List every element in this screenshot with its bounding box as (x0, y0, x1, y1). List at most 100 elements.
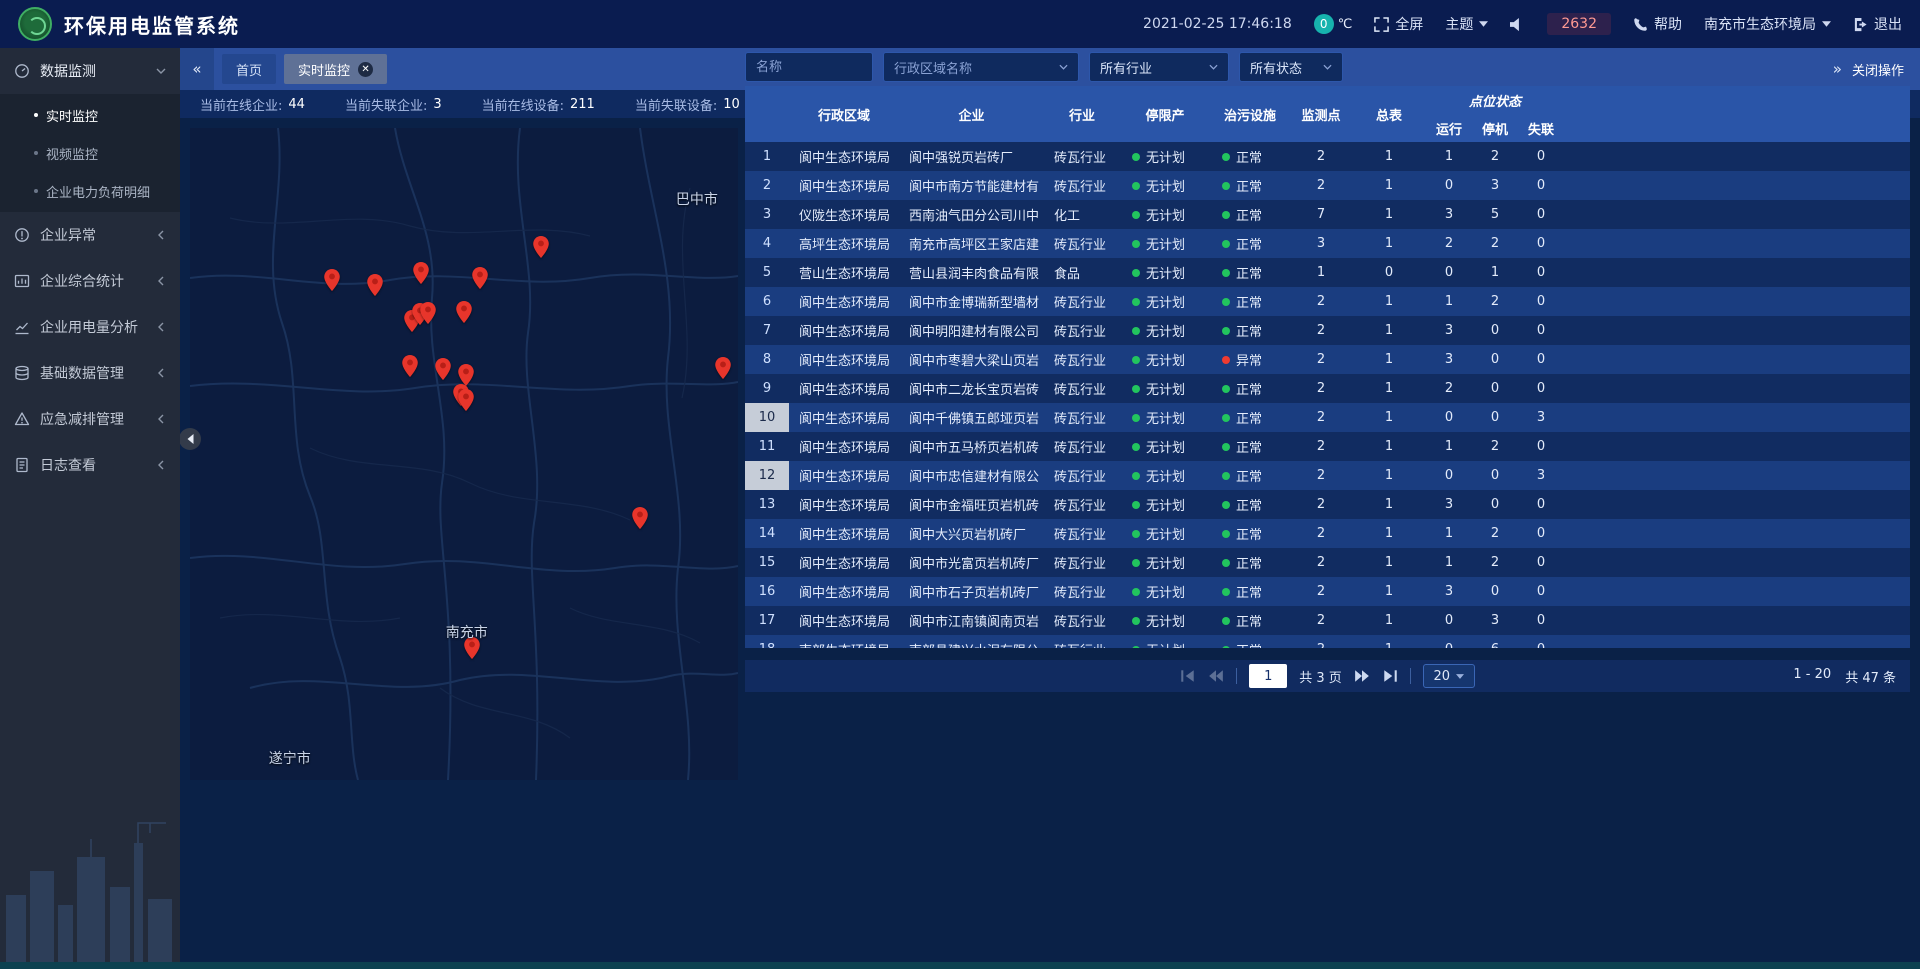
cell-stop-count: 0 (1472, 352, 1518, 367)
status-dot-icon (1132, 298, 1140, 306)
map-collapse-button[interactable] (179, 428, 201, 450)
sidebar-group-日志查看[interactable]: 日志查看 (0, 442, 180, 488)
org-menu[interactable]: 南充市生态环境局 (1704, 14, 1831, 34)
map-pin-icon[interactable] (413, 262, 429, 284)
theme-label: 主题 (1445, 14, 1473, 34)
sidebar-group-应急减排管理[interactable]: 应急减排管理 (0, 396, 180, 442)
close-tab-icon[interactable]: ✕ (358, 62, 373, 77)
status-dot-icon (1222, 559, 1230, 567)
cell-company: 阆中市金博瑞新型墙材 (899, 292, 1044, 311)
cell-industry: 砖瓦行业 (1044, 553, 1120, 572)
logout-button[interactable]: 退出 (1853, 14, 1902, 34)
map-pin-icon[interactable] (435, 358, 451, 380)
alarm-speaker-button[interactable] (1510, 17, 1525, 32)
status-dot-icon (1132, 240, 1140, 248)
table-row[interactable]: 1 阆中生态环境局 阆中强锐页岩砖厂 砖瓦行业 无计划 正常 2 1 1 2 0 (745, 142, 1910, 171)
table-row[interactable]: 16 阆中生态环境局 阆中市石子页岩机砖厂 砖瓦行业 无计划 正常 2 1 3 … (745, 577, 1910, 606)
header-stop: 停机 (1472, 114, 1518, 142)
table-row[interactable]: 15 阆中生态环境局 阆中市光富页岩机砖厂 砖瓦行业 无计划 正常 2 1 1 … (745, 548, 1910, 577)
table-row[interactable]: 9 阆中生态环境局 阆中市二龙长宝页岩砖 砖瓦行业 无计划 正常 2 1 2 0… (745, 374, 1910, 403)
table-row[interactable]: 5 营山生态环境局 营山县润丰肉食品有限 食品 无计划 正常 1 0 0 1 0 (745, 258, 1910, 287)
sidebar-group-label: 企业综合统计 (40, 271, 146, 291)
cell-meter-count: 1 (1352, 236, 1426, 251)
map-pin-icon[interactable] (533, 236, 549, 258)
table-row[interactable]: 17 阆中生态环境局 阆中市江南镇阆南页岩 砖瓦行业 无计划 正常 2 1 0 … (745, 606, 1910, 635)
cell-industry: 砖瓦行业 (1044, 408, 1120, 427)
region-select-value: 行政区域名称 (894, 58, 972, 77)
cell-lost-count: 0 (1518, 265, 1564, 280)
row-index: 13 (745, 490, 789, 519)
page-size-select[interactable]: 20 (1423, 664, 1475, 688)
cell-stop-count: 0 (1472, 468, 1518, 483)
sidebar-item-视频监控[interactable]: 视频监控 (0, 134, 180, 172)
map-pin-icon[interactable] (715, 357, 731, 379)
chevron-down-icon (1209, 64, 1218, 70)
sidebar-item-实时监控[interactable]: 实时监控 (0, 96, 180, 134)
stat-label: 当前在线设备: (482, 95, 564, 114)
map-pin-icon[interactable] (458, 389, 474, 411)
map-pin-icon[interactable] (324, 269, 340, 291)
cell-lost-count: 0 (1518, 352, 1564, 367)
status-select[interactable]: 所有状态 (1239, 52, 1343, 82)
table-row[interactable]: 3 仪陇生态环境局 西南油气田分公司川中 化工 无计划 正常 7 1 3 5 0 (745, 200, 1910, 229)
table-row[interactable]: 14 阆中生态环境局 阆中大兴页岩机砖厂 砖瓦行业 无计划 正常 2 1 1 2… (745, 519, 1910, 548)
cell-run-count: 0 (1426, 642, 1472, 648)
theme-menu[interactable]: 主题 (1445, 14, 1488, 34)
tab-realtime-monitor[interactable]: 实时监控 ✕ (284, 54, 387, 84)
sidebar-group-企业异常[interactable]: 企业异常 (0, 212, 180, 258)
help-button[interactable]: 帮助 (1633, 14, 1682, 34)
sidebar-group-企业综合统计[interactable]: 企业综合统计 (0, 258, 180, 304)
monitor-icon (14, 63, 30, 79)
sidebar-group-基础数据管理[interactable]: 基础数据管理 (0, 350, 180, 396)
fullscreen-button[interactable]: 全屏 (1374, 14, 1423, 34)
table-row[interactable]: 18 南部生态环境局 南部县建兴水泥有限公 砖瓦行业 无计划 正常 2 1 0 … (745, 635, 1910, 648)
first-page-button[interactable] (1180, 669, 1196, 683)
table-row[interactable]: 10 阆中生态环境局 阆中千佛镇五郎垭页岩 砖瓦行业 无计划 正常 2 1 0 … (745, 403, 1910, 432)
database-icon (14, 365, 30, 381)
bullet-icon (34, 189, 38, 193)
alarm-count-badge[interactable]: 2632 (1547, 13, 1611, 35)
table-row[interactable]: 11 阆中生态环境局 阆中市五马桥页岩机砖 砖瓦行业 无计划 正常 2 1 1 … (745, 432, 1910, 461)
map-pin-icon[interactable] (367, 274, 383, 296)
cell-region: 高坪生态环境局 (789, 234, 899, 253)
last-page-button[interactable] (1382, 669, 1398, 683)
cell-monitor-count: 2 (1290, 497, 1352, 512)
cell-stop-count: 0 (1472, 323, 1518, 338)
table-row[interactable]: 8 阆中生态环境局 阆中市枣碧大梁山页岩 砖瓦行业 无计划 异常 2 1 3 0… (745, 345, 1910, 374)
table-row[interactable]: 4 高坪生态环境局 南充市高坪区王家店建 砖瓦行业 无计划 正常 3 1 2 2… (745, 229, 1910, 258)
table-row[interactable]: 12 阆中生态环境局 阆中市忠信建材有限公 砖瓦行业 无计划 正常 2 1 0 … (745, 461, 1910, 490)
cell-limit-status: 无计划 (1120, 350, 1210, 369)
name-search-input[interactable] (745, 52, 873, 82)
cell-monitor-count: 2 (1290, 555, 1352, 570)
industry-select[interactable]: 所有行业 (1089, 52, 1229, 82)
page-number-input[interactable] (1249, 664, 1287, 688)
sidebar-group-数据监测[interactable]: 数据监测 (0, 48, 180, 94)
tab-home[interactable]: 首页 (222, 54, 276, 84)
table-row[interactable]: 6 阆中生态环境局 阆中市金博瑞新型墙材 砖瓦行业 无计划 正常 2 1 1 2… (745, 287, 1910, 316)
filter-row: 行政区域名称 所有行业 所有状态 (745, 50, 1910, 84)
sidebar-group-label: 数据监测 (40, 61, 146, 81)
main-content: « 首页 实时监控 ✕ » 关闭操作 当前在线企业: 44 当前失联企业: 3 … (180, 48, 1920, 969)
table-row[interactable]: 13 阆中生态环境局 阆中市金福旺页岩机砖 砖瓦行业 无计划 正常 2 1 3 … (745, 490, 1910, 519)
cell-run-count: 0 (1426, 468, 1472, 483)
map-canvas[interactable]: 巴中市南充市遂宁市 (190, 128, 738, 780)
table-row[interactable]: 2 阆中生态环境局 阆中市南方节能建材有 砖瓦行业 无计划 正常 2 1 0 3… (745, 171, 1910, 200)
cell-run-count: 1 (1426, 555, 1472, 570)
map-pin-icon[interactable] (420, 302, 436, 324)
cell-region: 阆中生态环境局 (789, 553, 899, 572)
sidebar-group-企业用电量分析[interactable]: 企业用电量分析 (0, 304, 180, 350)
cell-region: 阆中生态环境局 (789, 176, 899, 195)
scroll-tabs-left-button[interactable]: « (180, 48, 214, 90)
map-pin-icon[interactable] (632, 507, 648, 529)
prev-page-button[interactable] (1208, 669, 1224, 683)
next-page-button[interactable] (1354, 669, 1370, 683)
cell-monitor-count: 2 (1290, 439, 1352, 454)
org-name-label: 南充市生态环境局 (1704, 14, 1816, 34)
row-index: 8 (745, 345, 789, 374)
region-select[interactable]: 行政区域名称 (883, 52, 1079, 82)
map-pin-icon[interactable] (472, 267, 488, 289)
sidebar-item-企业电力负荷明细[interactable]: 企业电力负荷明细 (0, 172, 180, 210)
map-pin-icon[interactable] (402, 355, 418, 377)
map-pin-icon[interactable] (456, 301, 472, 323)
table-row[interactable]: 7 阆中生态环境局 阆中明阳建材有限公司 砖瓦行业 无计划 正常 2 1 3 0… (745, 316, 1910, 345)
